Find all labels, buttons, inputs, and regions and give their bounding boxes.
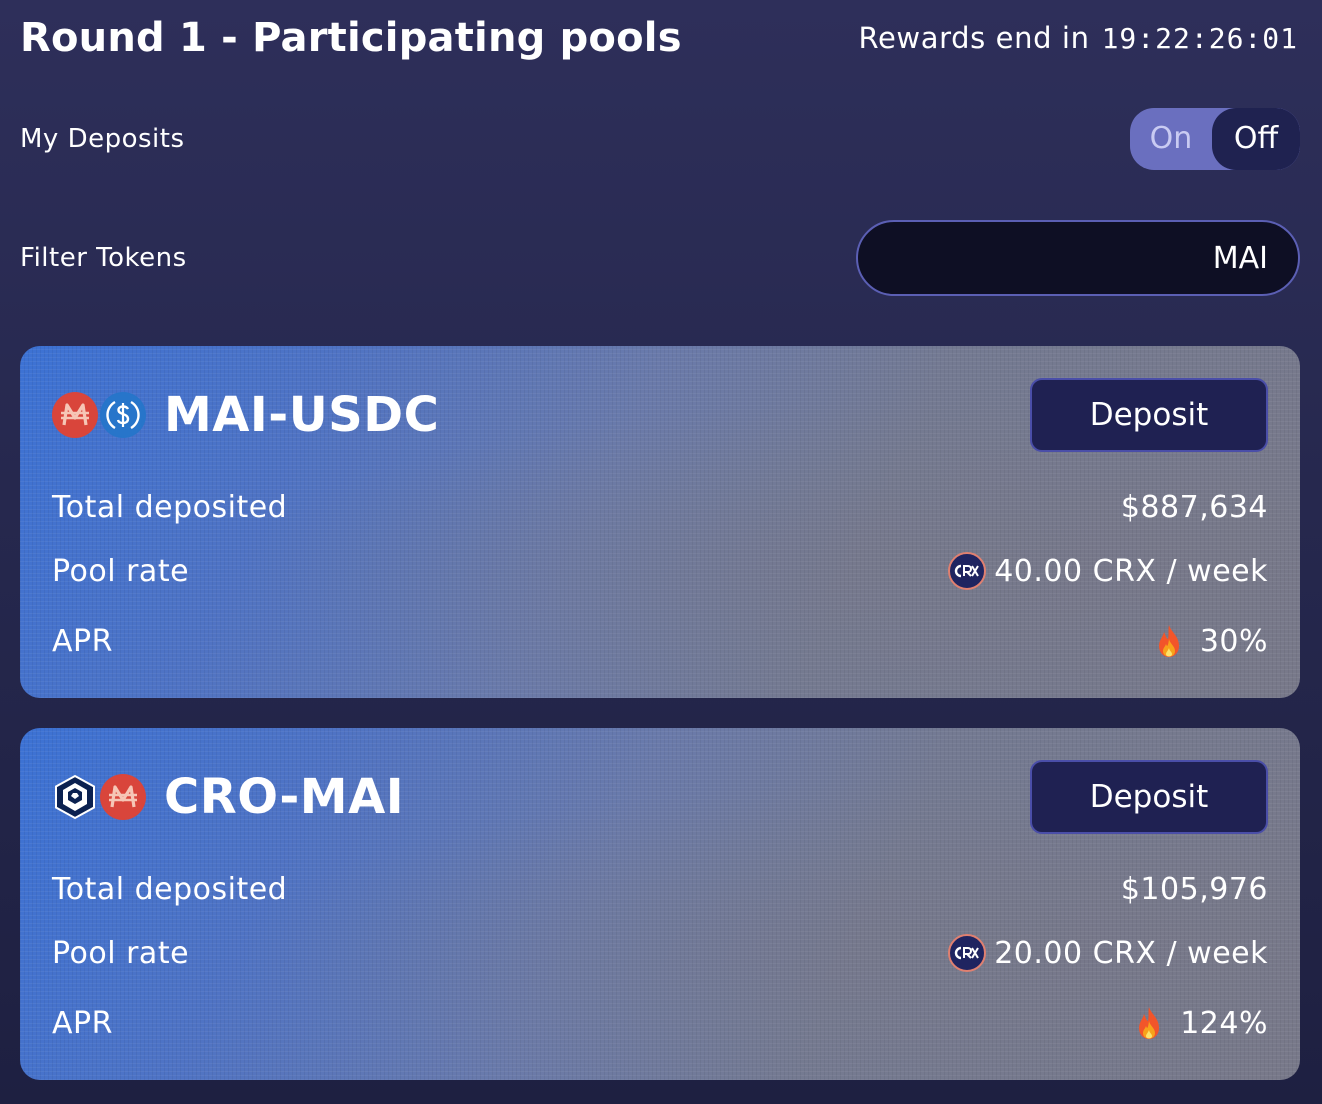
apr-value: 124% xyxy=(1134,1005,1268,1041)
filter-tokens-row: Filter Tokens xyxy=(20,218,1300,298)
total-deposited-value: $105,976 xyxy=(1120,871,1268,907)
total-deposited-row: Total deposited $105,976 xyxy=(52,866,1268,912)
toggle-on-option[interactable]: On xyxy=(1130,108,1212,170)
filter-tokens-label: Filter Tokens xyxy=(20,243,187,273)
page-title: Round 1 - Participating pools xyxy=(20,15,682,61)
total-deposited-label: Total deposited xyxy=(52,871,288,907)
toggle-off-option[interactable]: Off xyxy=(1212,108,1300,170)
pool-rate-row: Pool rate 40.00 CRX / week xyxy=(52,548,1268,594)
pool-name: MAI-USDC xyxy=(164,387,440,443)
filter-tokens-input[interactable] xyxy=(856,220,1300,296)
crx-icon xyxy=(948,934,987,972)
crx-icon xyxy=(948,552,987,590)
my-deposits-row: My Deposits On Off xyxy=(20,108,1300,170)
deposit-button[interactable]: Deposit xyxy=(1030,760,1268,834)
countdown-timer: 19:22:26:01 xyxy=(1101,22,1298,55)
apr-row: APR 30% xyxy=(52,618,1268,664)
deposit-button[interactable]: Deposit xyxy=(1030,378,1268,452)
page-header: Round 1 - Participating pools Rewards en… xyxy=(20,10,1298,66)
apr-text: 30% xyxy=(1199,623,1268,659)
fire-icon xyxy=(1154,623,1184,659)
pool-rate-row: Pool rate 20.00 CRX / week xyxy=(52,930,1268,976)
apr-row: APR 124% xyxy=(52,1000,1268,1046)
total-deposited-value: $887,634 xyxy=(1120,489,1268,525)
apr-text: 124% xyxy=(1180,1005,1268,1041)
token-pair-icons xyxy=(52,774,146,820)
rewards-label: Rewards end in xyxy=(858,21,1090,55)
pool-header: MAI-USDC xyxy=(52,380,439,450)
token-pair-icons xyxy=(52,392,146,438)
usdc-icon xyxy=(100,392,146,438)
pool-card: MAI-USDC Deposit Total deposited $887,63… xyxy=(20,346,1300,698)
fire-icon xyxy=(1134,1005,1164,1041)
pool-rate-text: 40.00 CRX / week xyxy=(994,553,1268,589)
pool-rate-label: Pool rate xyxy=(52,935,190,971)
pool-rate-value: 40.00 CRX / week xyxy=(948,552,1268,590)
my-deposits-label: My Deposits xyxy=(20,124,185,154)
total-deposited-row: Total deposited $887,634 xyxy=(52,484,1268,530)
pool-name: CRO-MAI xyxy=(164,769,405,825)
my-deposits-toggle[interactable]: On Off xyxy=(1130,108,1300,170)
rewards-countdown: Rewards end in 19:22:26:01 xyxy=(859,21,1298,55)
pool-header: CRO-MAI xyxy=(52,762,404,832)
mai-icon xyxy=(52,392,98,438)
apr-label: APR xyxy=(52,1005,113,1041)
pool-rate-text: 20.00 CRX / week xyxy=(994,935,1268,971)
cro-icon xyxy=(52,774,98,820)
mai-icon xyxy=(100,774,146,820)
apr-value: 30% xyxy=(1154,623,1268,659)
pool-rate-label: Pool rate xyxy=(52,553,190,589)
pool-card: CRO-MAI Deposit Total deposited $105,976… xyxy=(20,728,1300,1080)
apr-label: APR xyxy=(52,623,113,659)
total-deposited-label: Total deposited xyxy=(52,489,288,525)
pool-rate-value: 20.00 CRX / week xyxy=(948,934,1268,972)
